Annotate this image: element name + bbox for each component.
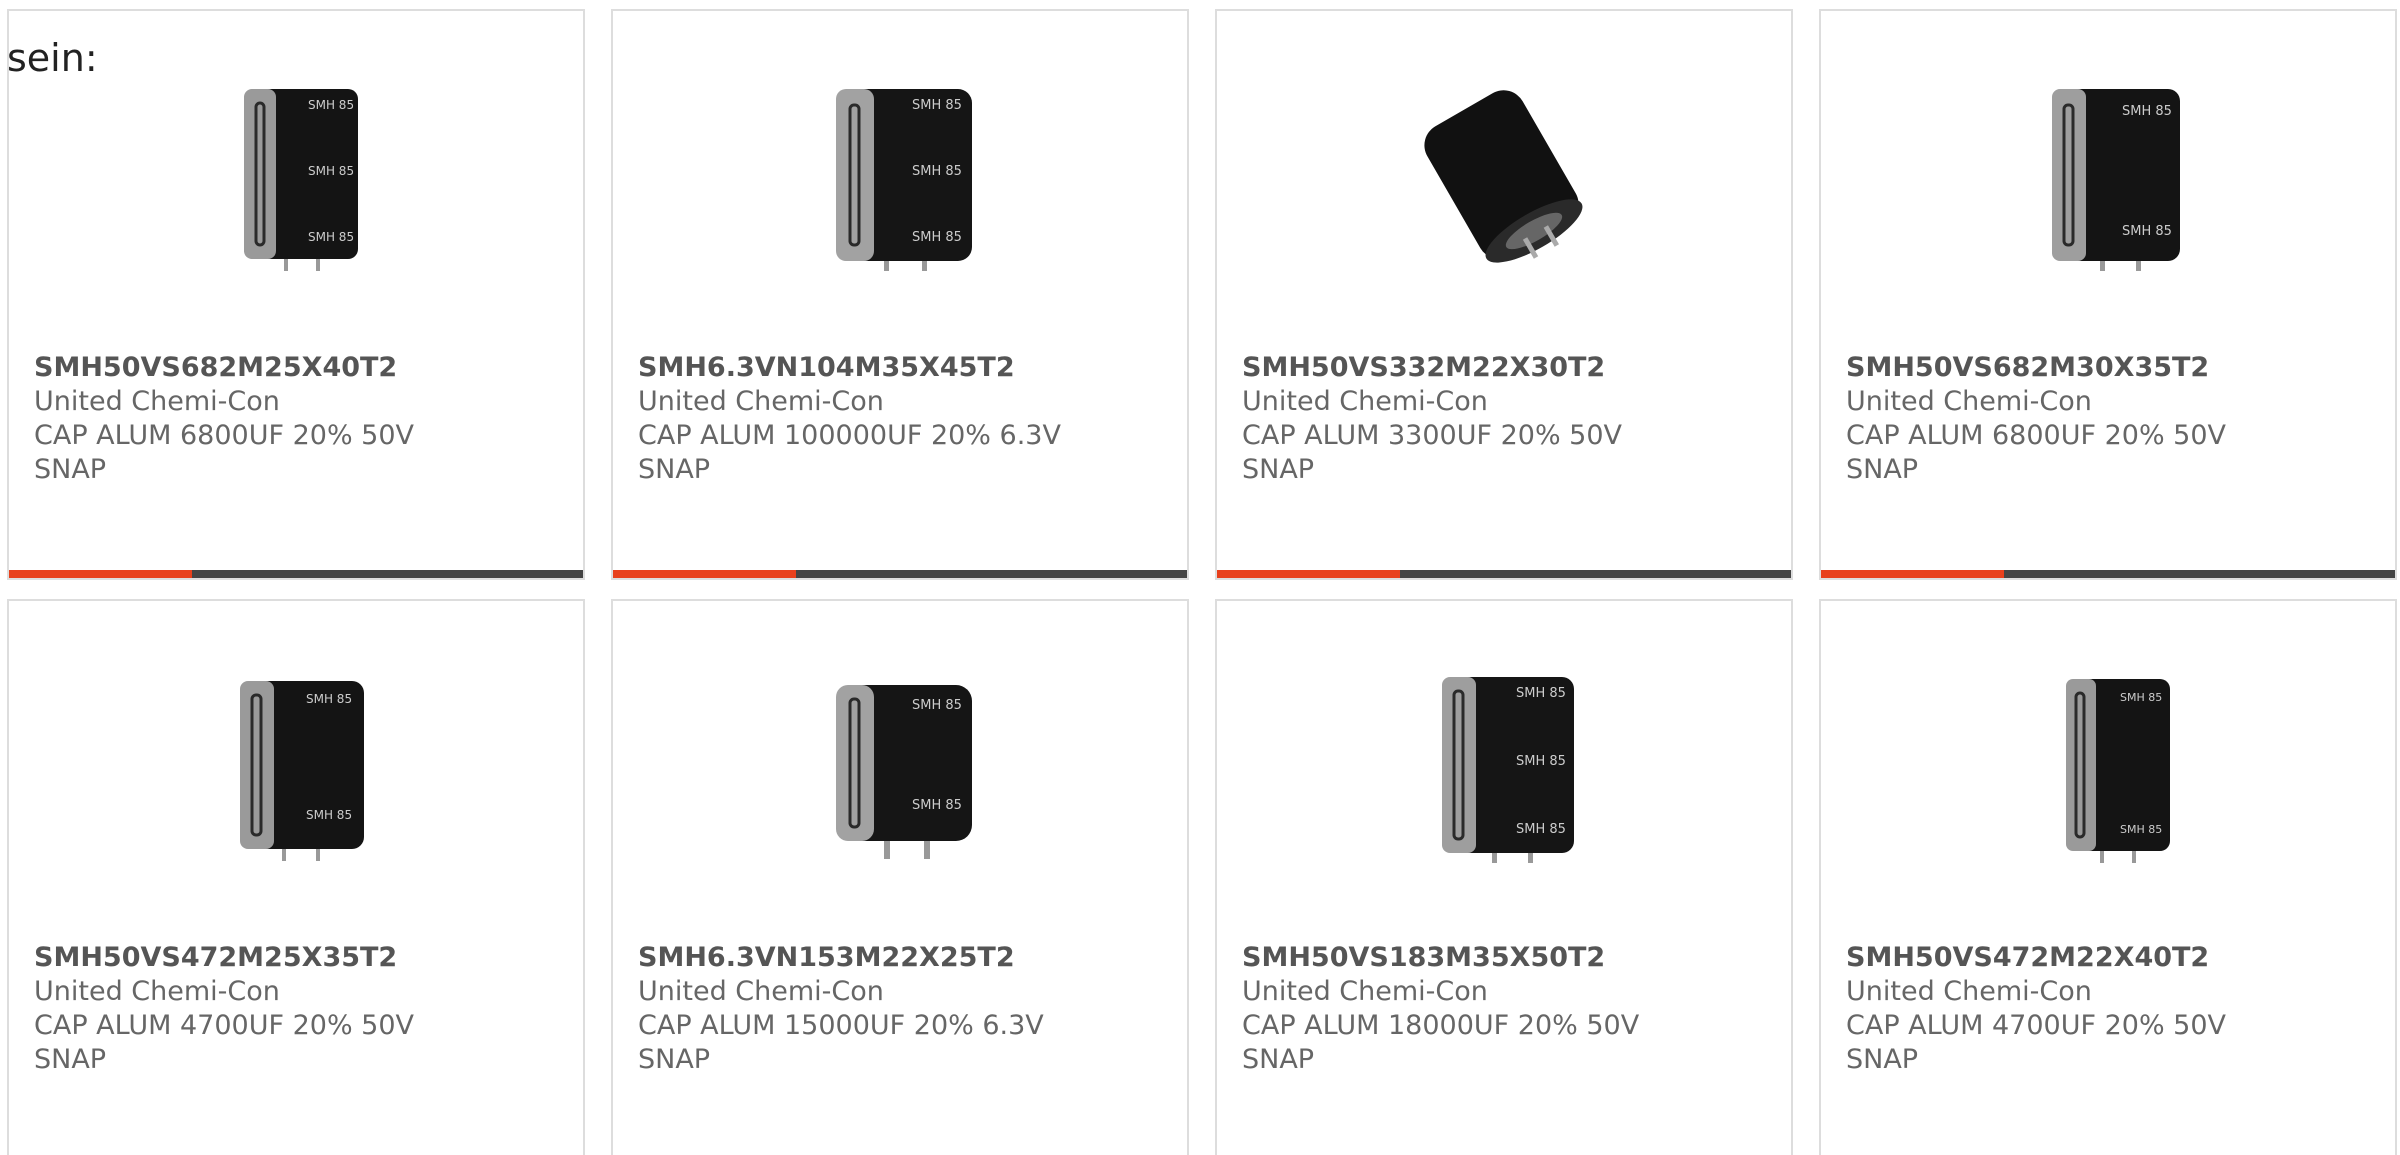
part-number[interactable]: SMH6.3VN104M35X45T2 [638,351,1167,385]
part-number[interactable]: SMH50VS183M35X50T2 [1242,941,1771,975]
svg-text:SMH 85: SMH 85 [2120,823,2162,836]
description: CAP ALUM 3300UF 20% 50V [1242,420,1623,451]
card-accent-bar [1217,570,1400,578]
mount-type: SNAP [34,454,107,485]
manufacturer: United Chemi-Con [34,386,280,417]
manufacturer: United Chemi-Con [1242,386,1488,417]
svg-text:SMH 85: SMH 85 [2122,224,2172,239]
intro-text: sein: [7,36,98,80]
part-number[interactable]: SMH50VS472M25X35T2 [34,941,563,975]
manufacturer: United Chemi-Con [638,386,884,417]
capacitor-image[interactable]: SMH 85 SMH 85 SMH 85 [191,79,401,279]
product-card[interactable]: SMH 85 SMH 85 SMH 85 SMH6.3VN104M35X45T2… [611,9,1189,580]
description: CAP ALUM 4700UF 20% 50V [34,1010,415,1041]
capacitor-image[interactable]: SMH 85 SMH 85 [795,669,1005,869]
svg-text:SMH 85: SMH 85 [308,230,354,244]
mount-type: SNAP [638,1044,711,1075]
product-card[interactable]: SMH 85 SMH 85 SMH 85 SMH50VS682M25X40T2 … [7,9,585,580]
card-bottom-bar [9,570,583,578]
capacitor-image[interactable]: SMH 85 SMH 85 SMH 85 [795,79,1005,279]
product-card[interactable]: SMH 85 SMH 85 SMH50VS682M30X35T2 United … [1819,9,2397,580]
manufacturer: United Chemi-Con [1846,386,2092,417]
product-info: SMH6.3VN104M35X45T2 United Chemi-Con CAP… [638,351,1167,487]
mount-type: SNAP [1242,454,1315,485]
svg-text:SMH 85: SMH 85 [2122,104,2172,119]
part-number[interactable]: SMH50VS682M25X40T2 [34,351,563,385]
mount-type: SNAP [1846,1044,1919,1075]
svg-text:SMH 85: SMH 85 [912,164,962,179]
svg-text:SMH 85: SMH 85 [912,98,962,113]
part-number[interactable]: SMH6.3VN153M22X25T2 [638,941,1167,975]
description: CAP ALUM 4700UF 20% 50V [1846,1010,2227,1041]
manufacturer: United Chemi-Con [1242,976,1488,1007]
product-info: SMH50VS682M30X35T2 United Chemi-Con CAP … [1846,351,2375,487]
svg-text:SMH 85: SMH 85 [912,230,962,245]
product-info: SMH50VS332M22X30T2 United Chemi-Con CAP … [1242,351,1771,487]
product-info: SMH50VS183M35X50T2 United Chemi-Con CAP … [1242,941,1771,1077]
description: CAP ALUM 18000UF 20% 50V [1242,1010,1640,1041]
description: CAP ALUM 6800UF 20% 50V [1846,420,2227,451]
svg-text:SMH 85: SMH 85 [912,798,962,813]
mount-type: SNAP [1242,1044,1315,1075]
product-info: SMH50VS472M25X35T2 United Chemi-Con CAP … [34,941,563,1077]
svg-text:SMH 85: SMH 85 [308,164,354,178]
mount-type: SNAP [638,454,711,485]
product-info: SMH50VS472M22X40T2 United Chemi-Con CAP … [1846,941,2375,1077]
part-number[interactable]: SMH50VS332M22X30T2 [1242,351,1771,385]
mount-type: SNAP [1846,454,1919,485]
mount-type: SNAP [34,1044,107,1075]
manufacturer: United Chemi-Con [34,976,280,1007]
card-bottom-bar [613,570,1187,578]
svg-text:SMH 85: SMH 85 [1516,822,1566,837]
svg-text:SMH 85: SMH 85 [912,698,962,713]
part-number[interactable]: SMH50VS472M22X40T2 [1846,941,2375,975]
capacitor-image[interactable]: SMH 85 SMH 85 SMH 85 [1399,669,1609,869]
capacitor-image[interactable]: SMH 85 SMH 85 [191,669,401,869]
manufacturer: United Chemi-Con [1846,976,2092,1007]
svg-text:SMH 85: SMH 85 [306,808,352,822]
svg-text:SMH 85: SMH 85 [308,98,354,112]
product-info: SMH50VS682M25X40T2 United Chemi-Con CAP … [34,351,563,487]
card-accent-bar [9,570,192,578]
product-info: SMH6.3VN153M22X25T2 United Chemi-Con CAP… [638,941,1167,1077]
capacitor-image[interactable]: SMH 85 SMH 85 [2003,79,2213,279]
product-card[interactable]: SMH 85 SMH 85 SMH 85 SMH50VS183M35X50T2 … [1215,599,1793,1155]
card-accent-bar [613,570,796,578]
card-bottom-bar [1217,570,1791,578]
svg-text:SMH 85: SMH 85 [2120,691,2162,704]
product-card[interactable]: SMH 85 SMH 85 SMH6.3VN153M22X25T2 United… [611,599,1189,1155]
svg-text:SMH 85: SMH 85 [1516,754,1566,769]
svg-text:SMH 85: SMH 85 [1516,686,1566,701]
capacitor-image[interactable]: SMH 85 SMH 85 [2003,669,2213,869]
description: CAP ALUM 6800UF 20% 50V [34,420,415,451]
svg-text:SMH 85: SMH 85 [306,692,352,706]
product-card[interactable]: SMH 85 SMH 85 SMH50VS472M25X35T2 United … [7,599,585,1155]
card-bottom-bar [1821,570,2395,578]
part-number[interactable]: SMH50VS682M30X35T2 [1846,351,2375,385]
manufacturer: United Chemi-Con [638,976,884,1007]
capacitor-image[interactable] [1399,79,1609,279]
product-card[interactable]: SMH50VS332M22X30T2 United Chemi-Con CAP … [1215,9,1793,580]
description: CAP ALUM 100000UF 20% 6.3V [638,420,1061,451]
description: CAP ALUM 15000UF 20% 6.3V [638,1010,1044,1041]
product-grid-page: sein: SMH 85 SMH 85 SMH 85 SMH50VS682M25… [0,0,2400,1155]
card-accent-bar [1821,570,2004,578]
product-card[interactable]: SMH 85 SMH 85 SMH50VS472M22X40T2 United … [1819,599,2397,1155]
